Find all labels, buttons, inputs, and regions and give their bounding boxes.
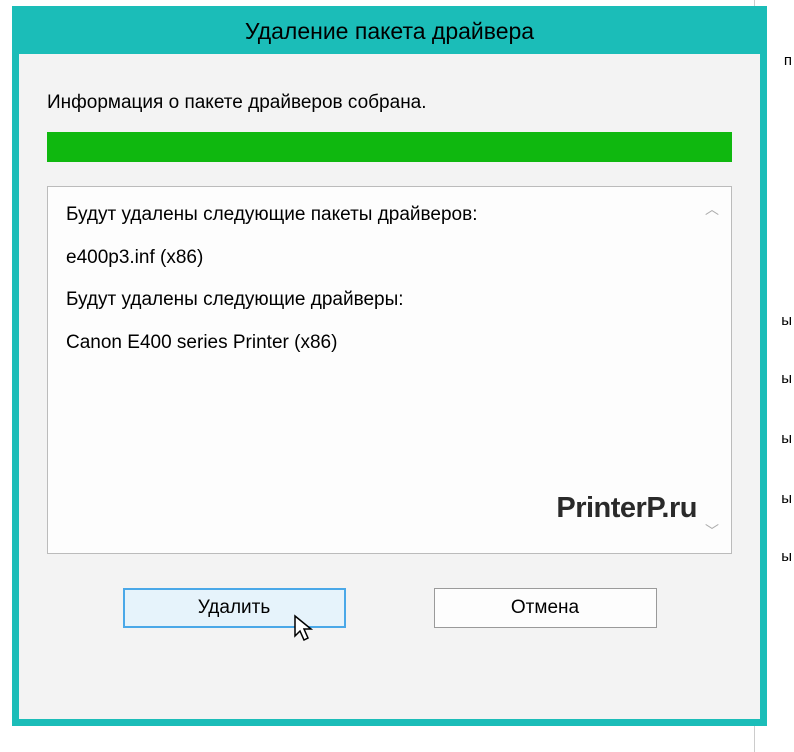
delete-button[interactable]: Удалить [123, 588, 346, 628]
package-item: e400p3.inf (x86) [66, 244, 713, 273]
details-panel: ︿ Будут удалены следующие пакеты драйвер… [47, 186, 732, 554]
bg-text-fragment: ы [781, 548, 792, 565]
dialog-title: Удаление пакета драйвера [245, 18, 534, 45]
dialog-window: Удаление пакета драйвера Информация о па… [12, 6, 767, 726]
scroll-up-icon[interactable]: ︿ [705, 199, 719, 219]
driver-item: Canon E400 series Printer (x86) [66, 329, 713, 358]
details-text: Будут удалены следующие пакеты драйверов… [66, 201, 713, 357]
scroll-down-icon[interactable]: ﹀ [705, 521, 719, 541]
title-bar: Удаление пакета драйвера [12, 6, 767, 54]
bg-text-fragment: ы [781, 370, 792, 387]
watermark-text: PrinterP.ru [556, 492, 697, 525]
packages-header: Будут удалены следующие пакеты драйверов… [66, 201, 713, 230]
bg-text-fragment: ы [781, 312, 792, 329]
button-row: Удалить Отмена [47, 588, 732, 628]
bg-text-fragment: ы [781, 430, 792, 447]
progress-bar [47, 132, 732, 162]
drivers-header: Будут удалены следующие драйверы: [66, 286, 713, 315]
status-message: Информация о пакете драйверов собрана. [47, 92, 732, 114]
bg-text-fragment: ы [781, 490, 792, 507]
cancel-button[interactable]: Отмена [434, 588, 657, 628]
dialog-content: Информация о пакете драйверов собрана. ︿… [19, 54, 760, 648]
bg-text-fragment: п [784, 52, 792, 69]
